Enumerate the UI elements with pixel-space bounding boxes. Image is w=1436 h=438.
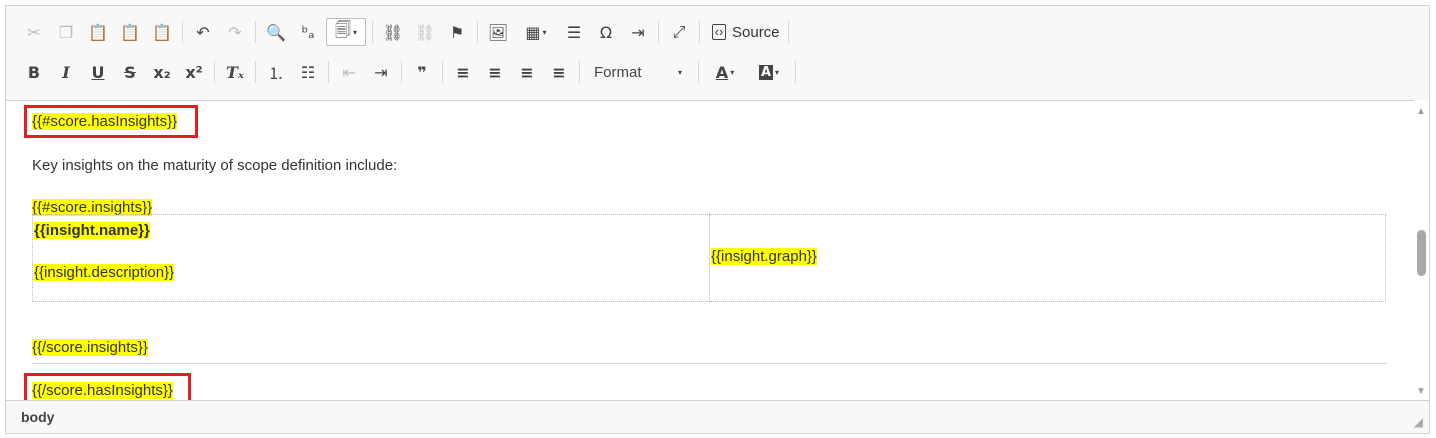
- chevron-down-icon: ▾: [542, 27, 547, 37]
- toolbar-separator: [442, 61, 443, 83]
- page-break-icon[interactable]: ⇥: [624, 18, 652, 46]
- resize-grip-icon[interactable]: ◢: [1414, 415, 1423, 429]
- tag-text: {{insight.description}}: [34, 264, 175, 281]
- element-path[interactable]: body: [21, 409, 54, 425]
- insights-close-tag[interactable]: {{/score.insights}}: [32, 339, 148, 356]
- rich-text-editor: ✂ ❐ 📋 📋 📋 ↶ ↷ 🔍 ᵇₐ 🗐 ▾ ⛓ ⛓ ⚑ 🖼 ▦ ▾ ☰ Ω ⇥…: [5, 5, 1430, 434]
- toolbar-separator: [787, 21, 789, 43]
- subscript-button[interactable]: x₂: [148, 58, 176, 86]
- numbered-list-icon[interactable]: ⒈: [262, 58, 290, 86]
- insight-name[interactable]: {{insight.name}}: [34, 222, 150, 239]
- placeholder-dropdown-button[interactable]: 🗐 ▾: [326, 18, 366, 46]
- toolbar-separator: [658, 21, 659, 43]
- toolbar-separator: [795, 61, 796, 83]
- horizontal-line-icon[interactable]: ☰: [560, 18, 588, 46]
- cut-icon[interactable]: ✂: [20, 18, 48, 46]
- superscript-button[interactable]: x²: [180, 58, 208, 86]
- has-insights-open-tag[interactable]: {{#score.hasInsights}}: [32, 113, 178, 130]
- indent-icon[interactable]: ⇥: [367, 58, 395, 86]
- toolbar-separator: [401, 61, 402, 83]
- outdent-icon[interactable]: ⇤: [335, 58, 363, 86]
- align-right-icon[interactable]: ≡: [513, 58, 541, 86]
- remove-format-button[interactable]: Tₓ: [221, 58, 249, 86]
- toolbar-separator: [698, 61, 699, 83]
- tag-text: {{insight.graph}}: [711, 248, 817, 265]
- chevron-down-icon: ▾: [775, 67, 780, 77]
- anchor-icon[interactable]: ⚑: [443, 18, 471, 46]
- text-color-button[interactable]: A ▾: [705, 58, 745, 86]
- special-char-icon[interactable]: Ω: [592, 18, 620, 46]
- background-color-icon: A: [758, 64, 774, 80]
- table-dropdown-button[interactable]: ▦ ▾: [516, 18, 556, 46]
- toolbar-row-2: B I U S x₂ x² Tₓ ⒈ ☷ ⇤ ⇥ ❞ ≡ ≡ ≡ ≡ Forma…: [20, 57, 802, 87]
- horizontal-rule: [32, 363, 1386, 364]
- strikethrough-button[interactable]: S: [116, 58, 144, 86]
- justify-icon[interactable]: ≡: [545, 58, 573, 86]
- intro-paragraph[interactable]: Key insights on the maturity of scope de…: [32, 157, 397, 174]
- blockquote-icon[interactable]: ❞: [408, 58, 436, 86]
- align-center-icon[interactable]: ≡: [481, 58, 509, 86]
- chevron-down-icon: ▾: [677, 67, 682, 77]
- image-icon[interactable]: 🖼: [484, 18, 512, 46]
- tag-text: {{/score.hasInsights}}: [32, 382, 173, 399]
- italic-button[interactable]: I: [52, 58, 80, 86]
- toolbar-separator: [214, 61, 215, 83]
- table-cell[interactable]: {{insight.graph}}: [709, 214, 1386, 302]
- source-button[interactable]: ‹› Source: [706, 18, 786, 46]
- chevron-down-icon: ▾: [730, 67, 735, 77]
- placeholder-icon: 🗐: [335, 19, 351, 39]
- editor-toolbar: ✂ ❐ 📋 📋 📋 ↶ ↷ 🔍 ᵇₐ 🗐 ▾ ⛓ ⛓ ⚑ 🖼 ▦ ▾ ☰ Ω ⇥…: [6, 6, 1429, 101]
- bulleted-list-icon[interactable]: ☷: [294, 58, 322, 86]
- insight-graph[interactable]: {{insight.graph}}: [711, 248, 817, 265]
- align-left-icon[interactable]: ≡: [449, 58, 477, 86]
- insights-table: {{insight.name}} {{insight.description}}…: [32, 214, 1386, 302]
- maximize-icon[interactable]: ⤢: [665, 18, 693, 46]
- find-icon[interactable]: 🔍: [262, 18, 290, 46]
- table-cell[interactable]: {{insight.name}} {{insight.description}}: [32, 214, 710, 302]
- toolbar-separator: [477, 21, 478, 43]
- chevron-down-icon: ▾: [352, 27, 357, 37]
- unlink-icon[interactable]: ⛓: [411, 18, 439, 46]
- toolbar-row-1: ✂ ❐ 📋 📋 📋 ↶ ↷ 🔍 ᵇₐ 🗐 ▾ ⛓ ⛓ ⚑ 🖼 ▦ ▾ ☰ Ω ⇥…: [20, 17, 795, 47]
- table-row: {{insight.name}} {{insight.description}}…: [32, 214, 1386, 302]
- toolbar-separator: [328, 61, 329, 83]
- insight-description[interactable]: {{insight.description}}: [34, 264, 175, 281]
- format-dropdown[interactable]: Format ▾: [586, 59, 690, 85]
- editor-content-area[interactable]: {{#score.hasInsights}} Key insights on t…: [6, 100, 1414, 401]
- tag-text: {{/score.insights}}: [32, 339, 148, 356]
- has-insights-close-tag[interactable]: {{/score.hasInsights}}: [32, 382, 173, 399]
- tag-text: {{#score.hasInsights}}: [32, 113, 178, 130]
- toolbar-separator: [579, 61, 580, 83]
- source-label: Source: [732, 23, 780, 41]
- table-icon: ▦: [525, 22, 541, 42]
- toolbar-separator: [699, 21, 700, 43]
- toolbar-separator: [255, 61, 256, 83]
- format-label: Format: [594, 63, 642, 81]
- tag-text: {{insight.name}}: [34, 222, 150, 239]
- redo-icon[interactable]: ↷: [221, 18, 249, 46]
- paste-text-icon[interactable]: 📋: [116, 18, 144, 46]
- replace-icon[interactable]: ᵇₐ: [294, 18, 322, 46]
- paste-from-word-icon[interactable]: 📋: [148, 18, 176, 46]
- background-color-button[interactable]: A ▾: [749, 58, 789, 86]
- underline-button[interactable]: U: [84, 58, 112, 86]
- undo-icon[interactable]: ↶: [189, 18, 217, 46]
- toolbar-separator: [255, 21, 256, 43]
- toolbar-separator: [372, 21, 373, 43]
- editor-statusbar: body ◢: [6, 400, 1429, 433]
- source-icon: ‹›: [712, 24, 726, 40]
- copy-icon[interactable]: ❐: [52, 18, 80, 46]
- paste-icon[interactable]: 📋: [84, 18, 112, 46]
- scroll-up-icon[interactable]: ▲: [1416, 106, 1426, 117]
- vertical-scrollbar[interactable]: ▲ ▼: [1414, 100, 1429, 401]
- text-color-icon: A: [715, 62, 729, 82]
- toolbar-separator: [182, 21, 183, 43]
- link-icon[interactable]: ⛓: [379, 18, 407, 46]
- scrollbar-thumb[interactable]: [1417, 230, 1426, 276]
- bold-button[interactable]: B: [20, 58, 48, 86]
- scroll-down-icon[interactable]: ▼: [1416, 386, 1426, 397]
